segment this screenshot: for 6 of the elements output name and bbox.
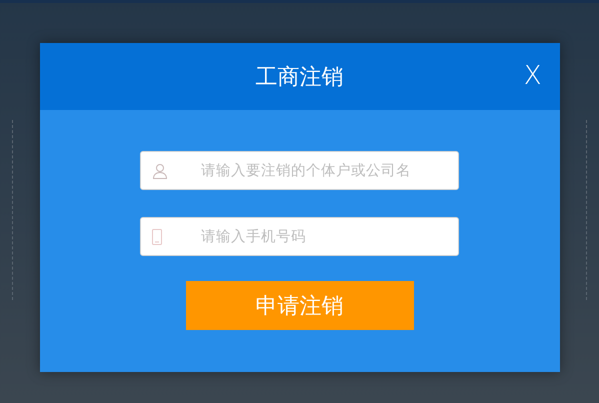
dialog-title: 工商注销 <box>256 64 344 92</box>
phone-icon <box>152 228 162 244</box>
input-field[interactable]: 请输入手机号码 <box>140 217 459 256</box>
close-button[interactable]: X <box>524 61 542 91</box>
person-icon <box>152 162 168 178</box>
input-field[interactable]: 请输入要注销的个体户或公司名 <box>140 151 459 190</box>
